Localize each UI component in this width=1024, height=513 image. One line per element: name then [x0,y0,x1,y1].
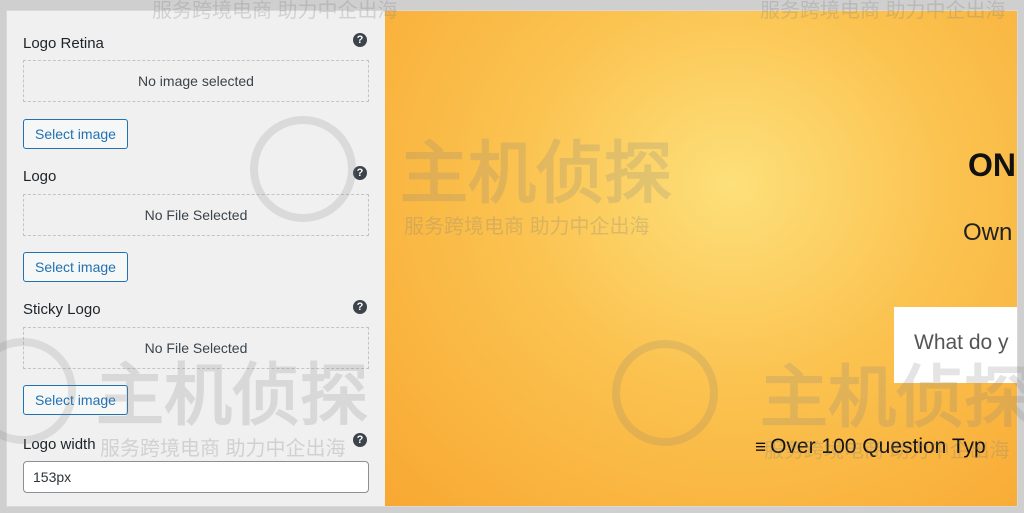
logo-retina-label: Logo Retina [23,35,104,52]
logo-label: Logo [23,168,57,185]
preview-heading: ON [968,147,1016,183]
help-icon[interactable]: ? [353,300,367,314]
list-icon: ≡ [755,437,767,458]
preview-feature: ≡ Over 100 Question Typ [755,435,986,459]
logo-retina-dropzone[interactable]: No image selected [23,60,369,102]
sticky-logo-select-button[interactable]: Select image [23,385,128,415]
preview-question-card[interactable]: What do y [894,307,1017,383]
help-icon[interactable]: ? [353,433,367,447]
logo-width-label: Logo width [23,436,96,453]
customizer-frame: Logo Retina ? No image selected Select i… [6,10,1018,507]
logo-retina-select-button[interactable]: Select image [23,119,128,149]
sticky-logo-dropzone[interactable]: No File Selected [23,327,369,369]
settings-panel: Logo Retina ? No image selected Select i… [7,11,385,506]
logo-width-input[interactable]: 153px [23,461,369,493]
logo-select-button[interactable]: Select image [23,252,128,282]
sticky-logo-label: Sticky Logo [23,301,101,318]
help-icon[interactable]: ? [353,166,367,180]
logo-dropzone[interactable]: No File Selected [23,194,369,236]
site-preview: ON Own What do y ≡ Over 100 Question Typ [385,11,1017,506]
preview-feature-text: Over 100 Question Typ [770,435,986,458]
help-icon[interactable]: ? [353,33,367,47]
preview-subheading: Own [963,219,1013,246]
preview-card-text: What do y [914,331,1009,354]
